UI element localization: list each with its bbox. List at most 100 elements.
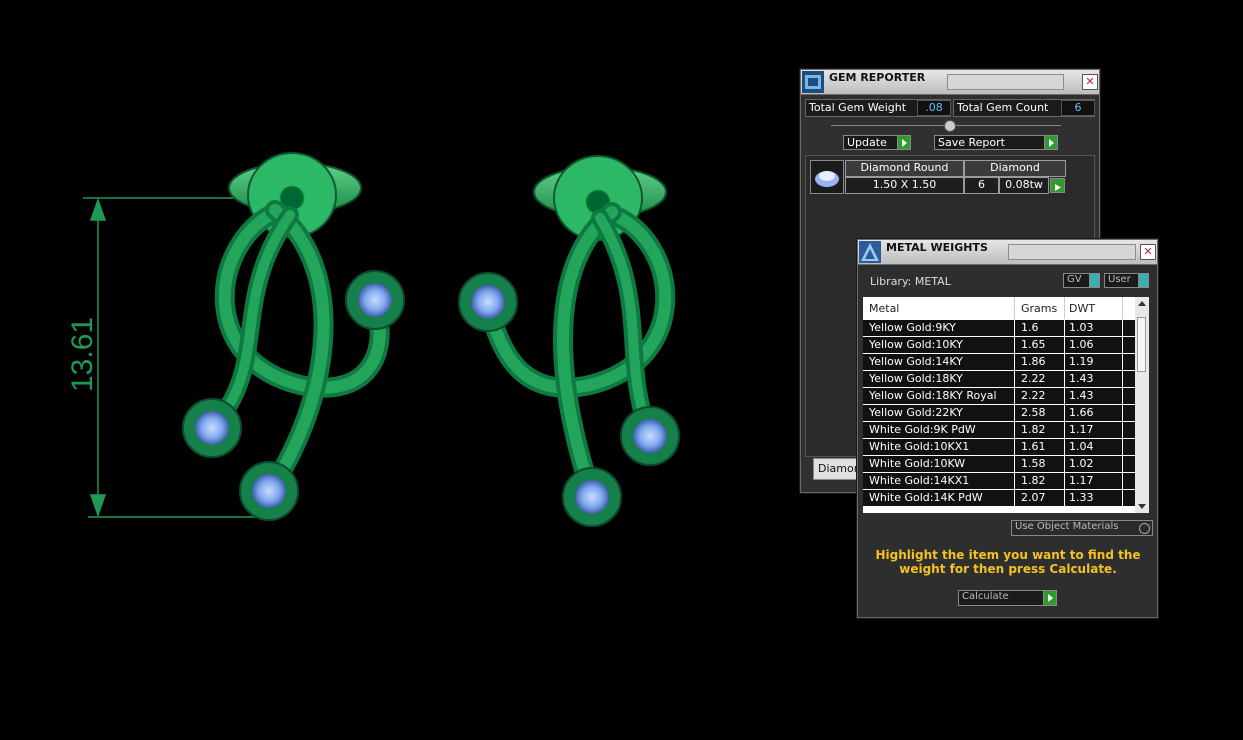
calculate-button-label: Calculate [962, 591, 1009, 602]
table-row[interactable]: White Gold:10KW 1.58 1.02 [863, 456, 1135, 473]
column-divider [1064, 354, 1065, 370]
left-earring [182, 152, 405, 521]
radio-icon [1139, 523, 1150, 534]
table-row[interactable]: Yellow Gold:18KY Royal 2.22 1.43 [863, 388, 1135, 405]
scrollbar-thumb[interactable] [1137, 317, 1146, 372]
column-divider [1014, 371, 1015, 387]
column-divider [1014, 297, 1015, 319]
vertical-scrollbar[interactable] [1135, 297, 1149, 513]
column-divider [1122, 337, 1123, 353]
grams-cell: 1.82 [1021, 423, 1046, 436]
gem-weight: 0.08tw [999, 177, 1049, 194]
metal-name-cell: Yellow Gold:18KY Royal [869, 389, 997, 402]
metal-name-cell: Yellow Gold:10KY [869, 338, 963, 351]
column-divider [1014, 388, 1015, 404]
column-divider [1122, 388, 1123, 404]
column-divider [1014, 490, 1015, 506]
dwt-cell: 1.04 [1069, 440, 1094, 453]
column-divider [1064, 320, 1065, 336]
dwt-cell: 1.17 [1069, 423, 1094, 436]
column-divider [1064, 473, 1065, 489]
save-report-button[interactable]: Save Report [934, 135, 1058, 150]
column-divider [1014, 405, 1015, 421]
table-row[interactable]: Yellow Gold:18KY 2.22 1.43 [863, 371, 1135, 388]
metal-name-cell: Yellow Gold:22KY [869, 406, 963, 419]
metal-name-cell: White Gold:10KX1 [869, 440, 970, 453]
gem-material: Diamond [964, 160, 1066, 177]
save-report-button-label: Save Report [938, 136, 1005, 149]
title-field [947, 74, 1064, 90]
column-header-metal[interactable]: Metal [869, 302, 899, 315]
metal-name-cell: Yellow Gold:18KY [869, 372, 963, 385]
scroll-down-icon[interactable] [1138, 504, 1146, 509]
column-divider [1064, 297, 1065, 319]
metal-name-cell: White Gold:14K PdW [869, 491, 983, 504]
column-divider [1014, 456, 1015, 472]
close-icon[interactable]: ✕ [1140, 244, 1156, 260]
right-earring [458, 155, 680, 527]
gem-select-arrow-icon[interactable] [1050, 178, 1065, 193]
table-row[interactable]: White Gold:10KX1 1.61 1.04 [863, 439, 1135, 456]
table-header: Metal Grams DWT [863, 297, 1135, 319]
table-row[interactable]: White Gold:14K PdW 2.07 1.33 [863, 490, 1135, 507]
column-divider [1014, 422, 1015, 438]
gem-list-row[interactable]: Diamond Round Diamond 1.50 X 1.50 6 0.08… [810, 160, 1068, 194]
column-divider [1064, 439, 1065, 455]
user-button[interactable]: User [1104, 273, 1149, 288]
title-field [1008, 244, 1136, 260]
play-arrow-icon [1044, 135, 1058, 150]
metal-name-cell: Yellow Gold:14KY [869, 355, 963, 368]
column-divider [1014, 439, 1015, 455]
column-divider [1064, 388, 1065, 404]
gem-count: 6 [964, 177, 999, 194]
diamond-thumbnail-icon [810, 160, 844, 194]
metal-weights-titlebar[interactable]: METAL WEIGHTS ✕ [858, 240, 1157, 265]
grams-cell: 1.86 [1021, 355, 1046, 368]
splitter-handle-icon[interactable] [944, 120, 956, 132]
dwt-cell: 1.43 [1069, 389, 1094, 402]
column-divider [1122, 456, 1123, 472]
total-count-value: 6 [1061, 100, 1095, 116]
gv-toggle-icon [1089, 273, 1100, 288]
instruction-text: Highlight the item you want to find the … [875, 548, 1141, 576]
total-weight-value: .08 [917, 100, 951, 116]
close-icon[interactable]: ✕ [1082, 74, 1098, 90]
grams-cell: 2.07 [1021, 491, 1046, 504]
use-object-materials-button[interactable]: Use Object Materials [1011, 520, 1153, 536]
dwt-cell: 1.17 [1069, 474, 1094, 487]
dwt-cell: 1.19 [1069, 355, 1094, 368]
play-arrow-icon [897, 135, 911, 150]
column-header-grams[interactable]: Grams [1021, 302, 1057, 315]
grams-cell: 1.58 [1021, 457, 1046, 470]
column-header-dwt[interactable]: DWT [1069, 302, 1095, 315]
table-row[interactable]: Yellow Gold:10KY 1.65 1.06 [863, 337, 1135, 354]
gem-size: 1.50 X 1.50 [845, 177, 964, 194]
column-divider [1064, 405, 1065, 421]
gem-reporter-title: GEM REPORTER [829, 71, 926, 84]
metal-weights-panel: METAL WEIGHTS ✕ Library: METAL GV User M… [857, 239, 1158, 618]
gv-label: GV [1067, 274, 1082, 285]
column-divider [1064, 422, 1065, 438]
dimension-label: 13.61 [66, 316, 99, 392]
metal-name-cell: White Gold:14KX1 [869, 474, 970, 487]
column-divider [1122, 297, 1123, 319]
gem-reporter-titlebar[interactable]: GEM REPORTER ✕ [801, 70, 1099, 95]
column-divider [1064, 337, 1065, 353]
table-row[interactable]: Yellow Gold:22KY 2.58 1.66 [863, 405, 1135, 422]
dwt-cell: 1.06 [1069, 338, 1094, 351]
table-row[interactable]: White Gold:14KX1 1.82 1.17 [863, 473, 1135, 490]
total-count-label: Total Gem Count [957, 101, 1049, 114]
metal-table[interactable]: Metal Grams DWT Yellow Gold:9KY 1.6 1.03 Ye… [863, 297, 1149, 513]
table-row[interactable]: Yellow Gold:9KY 1.6 1.03 [863, 320, 1135, 337]
gv-button[interactable]: GV [1063, 273, 1100, 288]
calculate-button[interactable]: Calculate [958, 590, 1057, 606]
table-row[interactable]: White Gold:9K PdW 1.82 1.17 [863, 422, 1135, 439]
update-button[interactable]: Update [843, 135, 911, 150]
update-button-label: Update [847, 136, 887, 149]
scroll-up-icon[interactable] [1138, 301, 1146, 306]
column-divider [1014, 337, 1015, 353]
table-row[interactable]: Yellow Gold:14KY 1.86 1.19 [863, 354, 1135, 371]
grams-cell: 1.82 [1021, 474, 1046, 487]
play-arrow-icon [1043, 590, 1057, 606]
column-divider [1122, 439, 1123, 455]
